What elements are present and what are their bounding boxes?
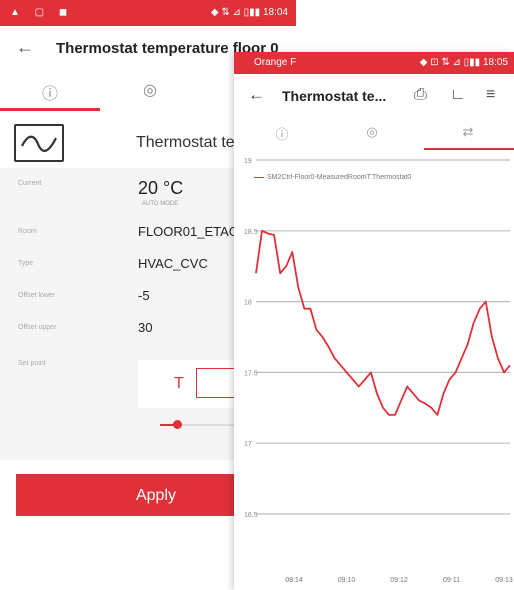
export-icon[interactable]: ⎙ bbox=[414, 86, 427, 104]
legend-swatch bbox=[254, 176, 264, 178]
back-arrow-icon[interactable]: ← bbox=[248, 85, 265, 105]
x-tick-label: 08:14 bbox=[285, 577, 303, 584]
y-tick-label: 18 bbox=[244, 300, 252, 307]
eye-icon: ◎ bbox=[143, 82, 157, 99]
y-tick-label: 17.5 bbox=[244, 370, 258, 377]
y-tick-label: 17 bbox=[244, 441, 252, 448]
property-label: Offset lower bbox=[18, 292, 56, 299]
current-temperature: 20 °C bbox=[138, 178, 184, 198]
property-label: Current bbox=[18, 180, 42, 187]
property-value: HVAC_CVC bbox=[138, 256, 208, 271]
tab-info[interactable]: ⓘ bbox=[262, 124, 302, 143]
chart-legend: SM2Ctrl-Floor0-MeasuredRoomT.Thermostat0 bbox=[254, 174, 411, 181]
foreground-screen: Orange F ◆ ⊡ ⇅ ⊿ ▯▮▮ 18:05 ← Thermostat … bbox=[234, 52, 514, 590]
tab-view[interactable]: ◎ bbox=[130, 80, 170, 100]
tab-view[interactable]: ◎ bbox=[352, 124, 392, 140]
history-icon: ⇄ bbox=[462, 124, 474, 139]
y-tick-label: 16.5 bbox=[244, 512, 258, 519]
filter-icon[interactable]: ≡ bbox=[486, 86, 495, 104]
active-tab-indicator bbox=[424, 148, 514, 150]
setpoint-slider-thumb[interactable] bbox=[173, 420, 182, 429]
setpoint-unit: T bbox=[174, 375, 184, 392]
eye-icon: ◎ bbox=[366, 124, 378, 139]
page-title: Thermostat te... bbox=[282, 88, 387, 104]
property-value: -5 bbox=[138, 288, 150, 303]
chart-icon[interactable]: ∟ bbox=[450, 86, 466, 104]
toolbar: ← Thermostat te... ⎙ ∟ ≡ bbox=[234, 74, 514, 118]
legend-label: SM2Ctrl-Floor0-MeasuredRoomT.Thermostat0 bbox=[267, 174, 412, 181]
info-icon: ⓘ bbox=[275, 127, 289, 142]
back-arrow-icon[interactable]: ← bbox=[16, 37, 34, 58]
tab-bar: ⓘ ◎ ⇄ bbox=[234, 118, 514, 152]
property-value: 30 bbox=[138, 320, 153, 335]
property-label: Set point bbox=[18, 360, 46, 367]
temperature-chart: SM2Ctrl-Floor0-MeasuredRoomT.Thermostat0… bbox=[234, 152, 514, 590]
carrier-name: Orange F bbox=[254, 57, 297, 68]
status-bar: ▲ ▢ ◼ ◆ ⇅ ⊿ ▯▮▮ 18:04 bbox=[0, 0, 296, 26]
property-label: Room bbox=[18, 228, 37, 235]
tab-history[interactable]: ⇄ bbox=[448, 124, 488, 140]
active-tab-indicator bbox=[0, 108, 100, 111]
y-tick-label: 19 bbox=[244, 158, 252, 165]
property-label: Offset upper bbox=[18, 324, 57, 331]
chart-svg: 16.5 17 17.5 18 18.5 19 08:14 09:10 09:12 09:11 09… bbox=[244, 158, 513, 584]
status-right-text: ◆ ⊡ ⇅ ⊿ ▯▮▮ 18:05 bbox=[419, 57, 508, 68]
tab-info[interactable]: ⓘ bbox=[30, 80, 70, 104]
x-tick-label: 09:10 bbox=[338, 577, 356, 584]
x-tick-label: 09:13 bbox=[495, 577, 513, 584]
info-icon: ⓘ bbox=[41, 86, 58, 103]
temperature-mode: AUTO MODE bbox=[142, 201, 179, 207]
x-tick-label: 09:11 bbox=[443, 577, 460, 584]
status-left-icons: ▲ ▢ ◼ bbox=[10, 7, 74, 18]
thermostat-graph-icon bbox=[14, 124, 64, 162]
y-tick-label: 18.5 bbox=[244, 229, 258, 236]
property-value: FLOOR01_ETAGE bbox=[138, 224, 248, 239]
series-line bbox=[255, 229, 511, 416]
property-label: Type bbox=[18, 260, 34, 267]
status-right-text: ◆ ⇅ ⊿ ▯▮▮ 18:04 bbox=[210, 7, 288, 18]
x-tick-label: 09:12 bbox=[390, 577, 408, 584]
status-bar: Orange F ◆ ⊡ ⇅ ⊿ ▯▮▮ 18:05 bbox=[234, 52, 514, 74]
